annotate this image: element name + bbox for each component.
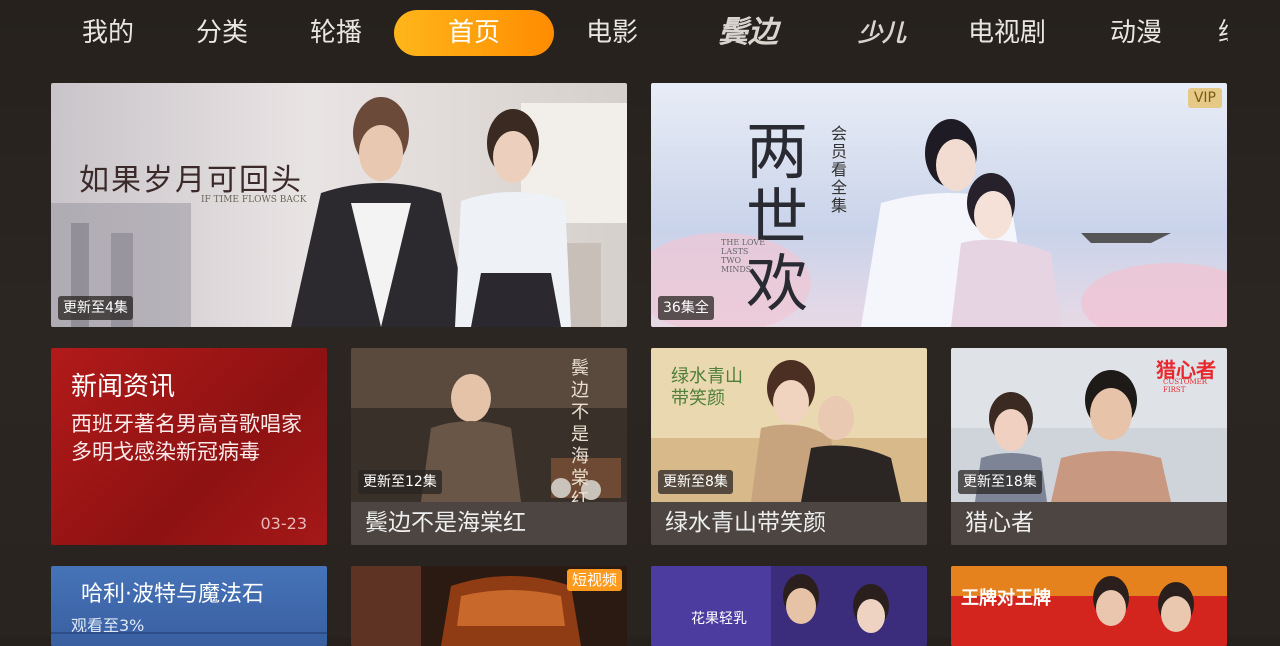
variety-card-2[interactable]: 王牌对王牌	[951, 566, 1227, 646]
short-video-card[interactable]: 短视频	[351, 566, 627, 646]
tab-home[interactable]: 首页	[394, 10, 554, 56]
poster-image	[651, 566, 927, 646]
episode-badge: 更新至12集	[358, 470, 442, 494]
show-title: 绿水青山带笑颜	[651, 502, 927, 545]
show-card-hunter[interactable]: 猎心者 CUSTOMER FIRST 更新至18集 猎心者	[951, 348, 1227, 545]
vip-badge: VIP	[1187, 88, 1222, 108]
tab-tv-series[interactable]: 电视剧	[955, 10, 1059, 56]
news-headline: 西班牙著名男高音歌唱家多明戈感染新冠病毒	[71, 412, 302, 464]
poster-image	[51, 83, 627, 327]
variety-card-1[interactable]: 花果轻乳	[651, 566, 927, 646]
poster-title: 绿水青山带笑颜	[671, 366, 743, 409]
tab-category[interactable]: 分类	[176, 10, 268, 56]
episode-badge: 更新至18集	[958, 470, 1042, 494]
tab-mine[interactable]: 我的	[62, 10, 154, 56]
tab-anime[interactable]: 动漫	[1090, 10, 1182, 56]
poster-image	[651, 83, 1227, 327]
tab-binbian-logo[interactable]: 鬓边	[700, 10, 796, 56]
poster-subtitle: IF TIME FLOWS BACK	[201, 195, 307, 205]
history-title: 哈利·波特与魔法石	[81, 582, 264, 607]
poster-title: 如果岁月可回头	[79, 163, 303, 198]
poster-title: 鬓边不是海棠红	[571, 358, 589, 511]
episode-badge: 更新至4集	[58, 296, 133, 320]
show-title: 鬓边不是海棠红	[351, 502, 627, 545]
episode-badge: 更新至8集	[658, 470, 733, 494]
poster-title: 两世欢	[746, 115, 809, 320]
show-card-binbian[interactable]: 鬓边不是海棠红 更新至12集 鬓边不是海棠红	[351, 348, 627, 545]
news-title: 新闻资讯	[71, 372, 176, 402]
promo-text: 王牌对王牌	[961, 588, 1051, 609]
tab-movies[interactable]: 电影	[566, 10, 658, 56]
history-progress-line	[51, 632, 327, 634]
news-date: 03-23	[260, 514, 308, 533]
tab-variety[interactable]: 综	[1218, 10, 1228, 56]
tab-carousel[interactable]: 轮播	[290, 10, 382, 56]
poster-subtitle: CUSTOMER FIRST	[1163, 378, 1208, 394]
short-video-tag: 短视频	[566, 569, 622, 591]
episode-badge: 36集全	[658, 296, 714, 320]
tab-kids-logo[interactable]: 少儿	[840, 10, 924, 56]
member-tag: 会员看全集	[831, 124, 848, 215]
poster-subtitle: THE LOVE LASTS TWO MINDS	[721, 238, 766, 274]
featured-card-2[interactable]: 两世欢 会员看全集 THE LOVE LASTS TWO MINDS VIP 3…	[651, 83, 1227, 327]
promo-text: 花果轻乳	[691, 611, 747, 627]
top-nav: 我的 分类 轮播 首页 电影 鬓边 少儿 电视剧 动漫 综	[0, 0, 1280, 66]
show-title: 猎心者	[951, 502, 1227, 545]
news-card[interactable]: 新闻资讯 西班牙著名男高音歌唱家多明戈感染新冠病毒 03-23	[51, 348, 327, 545]
featured-card-1[interactable]: 如果岁月可回头 IF TIME FLOWS BACK 更新至4集	[51, 83, 627, 327]
show-card-green-mountains[interactable]: 绿水青山带笑颜 更新至8集 绿水青山带笑颜	[651, 348, 927, 545]
history-card[interactable]: 哈利·波特与魔法石 观看至3%	[51, 566, 327, 646]
